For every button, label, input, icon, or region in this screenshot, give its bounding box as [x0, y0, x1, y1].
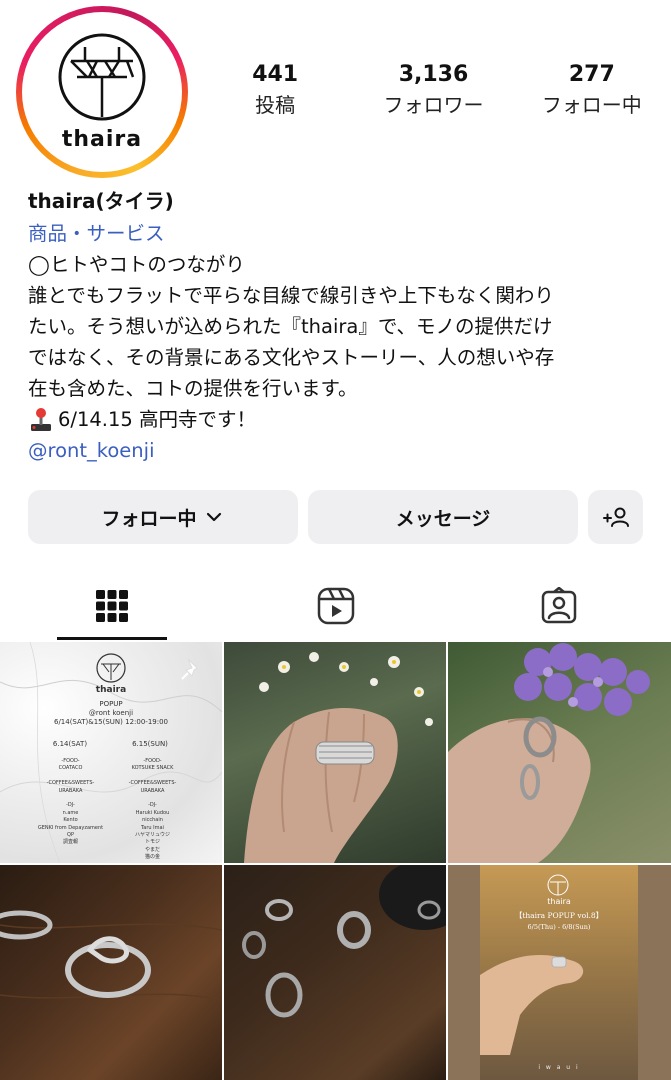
poster-lineup-item: URABAKA	[58, 787, 83, 794]
posts-grid: thaira POPUP @ront koenji 6/14(SAT)&15(S…	[0, 642, 671, 1080]
poster-lineup-left: -FOOD- COATACO -COFFEE&SWEETS- URABAKA -DJ…	[28, 758, 113, 847]
avatar[interactable]: thaira	[27, 17, 177, 167]
poster-lineup-item: Haruki Kudou	[135, 809, 170, 816]
bio-line: ではなく、その背景にある文化やストーリー、人の想いや存	[28, 346, 555, 369]
tab-tagged[interactable]	[447, 570, 671, 642]
stat-followers-value: 3,136	[398, 62, 469, 87]
poster-lineup-item: ハヤマリュウジ	[134, 832, 170, 839]
poster-brand: thaira	[95, 685, 127, 695]
grid-icon	[95, 590, 128, 622]
stat-following[interactable]: 277 フォロー中	[513, 60, 671, 120]
post-thumbnail-popup-poster[interactable]: thaira POPUP @ront koenji 6/14(SAT)&15(S…	[0, 642, 222, 863]
tab-reels[interactable]	[224, 570, 448, 642]
avatar-logo-text: thaira	[61, 127, 143, 152]
poster-lineup-item: -COFFEE&SWEETS-	[46, 780, 95, 787]
pinned-post-icon	[181, 658, 198, 680]
chevron-down-icon	[206, 512, 221, 522]
post-thumbnail-ring-flowers[interactable]	[224, 642, 446, 863]
post-thumbnail-popup-vol8[interactable]: thaira 【thaira POPUP vol.8】 6/5(Thu) - 6…	[448, 865, 671, 1080]
poster-lineup-item	[110, 773, 195, 780]
active-tab-indicator	[57, 637, 167, 640]
post-thumbnail-hydrangea-rings[interactable]	[448, 642, 671, 863]
suggest-users-button[interactable]	[588, 490, 643, 544]
bio-line: 誰とでもフラットで平らな目線で線引きや上下もなく関わり	[28, 284, 554, 307]
poster-dates: 6/14(SAT)&15(SUN) 12:00-19:00	[53, 718, 168, 726]
photo-rings-table	[242, 865, 446, 1018]
profile-tabs	[0, 570, 671, 642]
poster-lineup-right: -FOOD- KOTSUKE SNACK -COFFEE&SWEETS- URABA…	[110, 758, 195, 862]
category-label[interactable]: 商品・サービス	[28, 218, 658, 249]
poster-lineup-item	[28, 773, 113, 780]
stat-posts-value: 441	[252, 62, 299, 87]
add-person-icon	[602, 507, 629, 527]
poster-lineup-item	[110, 795, 195, 802]
poster-vol8-hand	[480, 955, 584, 1055]
poster-vol8-brand: thaira	[547, 897, 571, 906]
following-button[interactable]: フォロー中	[28, 490, 298, 544]
poster-day1: 6.14(SAT)	[52, 740, 88, 748]
stat-followers-label: フォロワー	[383, 93, 484, 117]
following-button-label: フォロー中	[101, 507, 197, 530]
poster-lineup-item: -FOOD-	[61, 758, 80, 764]
poster-lineup-item: COATACO	[58, 765, 83, 772]
bio-line: ◯ヒトやコトのつながり	[28, 253, 245, 276]
post-thumbnail-knot-ring[interactable]	[0, 865, 222, 1080]
poster-lineup-item: -DJ-	[148, 802, 157, 809]
photo-ring-flowers	[244, 652, 433, 863]
stat-posts[interactable]: 441 投稿	[196, 60, 354, 120]
stat-following-value: 277	[568, 62, 615, 87]
event-text: 6/14.15 高円寺です！	[58, 408, 256, 431]
avatar-ring-gap: thaira	[22, 12, 182, 172]
photo-knot-ring	[0, 910, 222, 1001]
poster-lineup-item: 調査報	[62, 839, 78, 846]
stat-following-label: フォロー中	[541, 93, 642, 117]
poster-lineup-item: -COFFEE&SWEETS-	[128, 780, 177, 787]
stat-posts-label: 投稿	[255, 93, 296, 117]
poster-vol8-dates: 6/5(Thu) - 6/8(Sun)	[527, 923, 591, 931]
poster-lineup-item: Kento	[63, 817, 78, 824]
bio-line: たい。そう想いが込められた『thaira』で、モノの提供だけ	[28, 315, 553, 338]
poster-lineup-item: nicchain	[142, 817, 163, 824]
poster-lineup-item: 猫の金	[144, 854, 160, 861]
joystick-icon	[31, 407, 51, 431]
poster-lineup-item: -DJ-	[66, 802, 75, 809]
tab-posts-grid[interactable]	[0, 570, 224, 642]
poster-venue: @ront koenji	[88, 709, 134, 717]
display-name: thaira(タイラ)	[28, 189, 174, 213]
profile-stats: 441 投稿 3,136 フォロワー 277 フォロー中	[196, 60, 671, 120]
poster-lineup-item: URABAKA	[140, 787, 165, 794]
bio-line: 在も含めた、コトの提供を行います。	[28, 377, 358, 400]
stat-followers[interactable]: 3,136 フォロワー	[354, 60, 512, 120]
avatar-story-ring[interactable]: thaira	[16, 6, 188, 178]
tagged-icon	[541, 587, 577, 624]
poster-lineup-item: Taru Imai	[141, 824, 164, 831]
poster-vol8-footer: i w a u i	[538, 1064, 580, 1071]
message-button-label: メッセージ	[395, 507, 491, 530]
thaira-logo-icon	[96, 653, 126, 683]
poster-day2: 6.15(SUN)	[132, 740, 168, 748]
photo-hydrangea-rings	[448, 643, 650, 863]
poster-lineup-item	[28, 795, 113, 802]
poster-lineup-item: トモジ	[144, 839, 160, 846]
poster-vol8-card: thaira 【thaira POPUP vol.8】 6/5(Thu) - 6…	[480, 865, 638, 1080]
mention-link[interactable]: @ront_koenji	[28, 435, 658, 466]
message-button[interactable]: メッセージ	[308, 490, 578, 544]
profile-actions: フォロー中 メッセージ	[28, 490, 643, 544]
poster-title: POPUP	[99, 700, 123, 708]
thaira-logo-icon	[547, 874, 569, 896]
poster-lineup-item: GENKI from Depayzament	[37, 824, 104, 831]
profile-bio: thaira(タイラ) 商品・サービス ◯ヒトやコトのつながり 誰とでもフラット…	[28, 184, 658, 466]
poster-vol8-title: 【thaira POPUP vol.8】	[514, 911, 604, 920]
reels-icon	[317, 587, 354, 625]
event-line: 6/14.15 高円寺です！	[28, 404, 658, 435]
poster-lineup-item: KOTSUKE SNACK	[131, 765, 174, 772]
post-thumbnail-rings-table[interactable]	[224, 865, 446, 1080]
poster-lineup-item: -FOOD-	[143, 758, 162, 764]
poster-lineup-item: n.ame	[62, 809, 79, 816]
